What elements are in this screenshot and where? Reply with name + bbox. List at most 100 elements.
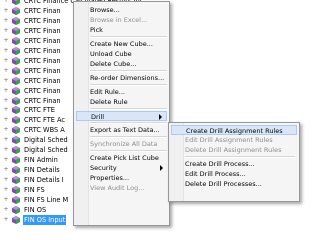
tree-item-label: CRTC FTE: [24, 106, 55, 115]
menu-separator: [90, 108, 167, 110]
menu-item-label: Export as Text Data...: [90, 126, 160, 134]
plus-icon[interactable]: +: [3, 107, 9, 113]
plus-icon[interactable]: +: [3, 137, 9, 143]
plus-icon[interactable]: +: [3, 187, 9, 193]
cube-icon: [12, 196, 20, 204]
menu-item-browse[interactable]: Browse...: [76, 5, 167, 15]
plus-icon[interactable]: +: [3, 157, 9, 163]
menu-item-edit-drill-assignment-rules[interactable]: Edit Drill Assignment Rules: [171, 135, 297, 145]
tree-item-label: FIN OS: [24, 205, 47, 214]
plus-icon[interactable]: +: [3, 47, 9, 54]
menu-item-label: Re-order Dimensions...: [90, 74, 165, 82]
menu-item-label: Properties...: [90, 174, 130, 182]
tree-item-label: CRTC Finan: [24, 76, 61, 85]
tree-item-label: CRTC FTE Ac: [24, 116, 66, 125]
menu-separator: [90, 136, 167, 138]
menu-item-browse-in-excel[interactable]: Browse in Excel...: [76, 15, 167, 25]
menu-item-create-drill-process[interactable]: Create Drill Process...: [171, 159, 297, 169]
tree-item-label: CRTC WBS A: [24, 126, 65, 135]
cube-icon: [12, 56, 20, 65]
cube-icon: [12, 116, 20, 125]
menu-item-label: View Audit Log...: [90, 184, 145, 192]
plus-icon[interactable]: +: [3, 117, 9, 123]
menu-separator: [90, 70, 167, 72]
menu-item-edit-rule[interactable]: Edit Rule...: [76, 87, 167, 97]
tree-item-label: CRTC Finan: [24, 26, 61, 35]
context-menu: Browse... Browse in Excel... Pick Create Ne…: [73, 1, 170, 226]
menu-item-create-new-cube[interactable]: Create New Cube...: [76, 39, 167, 49]
menu-separator: [90, 84, 167, 86]
cube-icon: [12, 146, 20, 155]
menu-item-label: Pick: [90, 26, 103, 34]
menu-item-delete-rule[interactable]: Delete Rule: [76, 97, 167, 107]
menu-item-label: Browse in Excel...: [90, 16, 148, 24]
menu-item-security[interactable]: Security: [76, 163, 167, 173]
plus-icon[interactable]: +: [3, 17, 9, 24]
menu-separator: [185, 156, 295, 158]
plus-icon[interactable]: +: [3, 97, 9, 104]
menu-item-label: Create Drill Process...: [185, 160, 255, 168]
menu-item-label: Delete Drill Assignment Rules: [185, 146, 282, 154]
menu-item-delete-drill-processes[interactable]: Delete Drill Processes...: [171, 179, 297, 189]
plus-icon[interactable]: +: [3, 206, 9, 213]
menu-item-unload-cube[interactable]: Unload Cube: [76, 49, 167, 59]
drill-submenu: Create Drill Assignment Rules Edit Drill …: [168, 122, 300, 202]
tree-item-label: FIN FS Line M: [24, 196, 69, 204]
menu-item-edit-drill-process[interactable]: Edit Drill Process...: [171, 169, 297, 179]
tree-item-label: CRTC Finan: [24, 16, 61, 25]
menu-item-delete-cube[interactable]: Delete Cube...: [76, 59, 167, 69]
plus-icon[interactable]: +: [3, 77, 9, 84]
menu-item-label: Edit Drill Assignment Rules: [185, 136, 273, 144]
menu-item-pick[interactable]: Pick: [76, 25, 167, 35]
plus-icon[interactable]: +: [3, 37, 9, 44]
menu-item-synchronize-all-data[interactable]: Synchronize All Data: [76, 139, 167, 149]
menu-separator: [90, 36, 167, 38]
plus-icon[interactable]: +: [3, 27, 9, 34]
plus-icon[interactable]: +: [3, 127, 9, 133]
plus-icon[interactable]: +: [3, 67, 9, 74]
cube-icon: [12, 136, 20, 145]
menu-item-label: Drill: [91, 113, 105, 121]
menu-item-label: Synchronize All Data: [90, 140, 158, 148]
cube-icon: [12, 186, 20, 195]
menu-item-view-audit-log[interactable]: View Audit Log...: [76, 183, 167, 193]
menu-item-create-drill-assignment-rules[interactable]: Create Drill Assignment Rules: [171, 125, 297, 135]
menu-item-export-as-text-data[interactable]: Export as Text Data...: [76, 125, 167, 135]
menu-item-label: Edit Drill Process...: [185, 170, 246, 178]
cube-icon: [12, 6, 20, 15]
cube-icon: [12, 166, 20, 175]
plus-icon[interactable]: +: [3, 87, 9, 94]
triangle-right-icon: [160, 165, 163, 171]
menu-item-create-pick-list-cube[interactable]: Create Pick List Cube: [76, 153, 167, 163]
menu-item-drill[interactable]: Drill: [76, 111, 167, 121]
cube-icon: [12, 76, 20, 85]
cube-icon: [12, 66, 20, 75]
plus-icon[interactable]: +: [3, 167, 9, 173]
menu-item-properties[interactable]: Properties...: [76, 173, 167, 183]
menu-item-delete-drill-assignment-rules[interactable]: Delete Drill Assignment Rules: [171, 145, 297, 155]
plus-icon[interactable]: +: [3, 147, 9, 153]
menu-separator: [90, 122, 167, 124]
plus-icon[interactable]: +: [3, 216, 9, 223]
tree-item-label: FIN Details I: [24, 176, 64, 185]
plus-icon[interactable]: +: [3, 0, 9, 4]
tree-item-label: Digital Sched: [24, 146, 68, 155]
tree-item-label: FIN OS Input: [23, 214, 67, 225]
tree-item-label: CRTC Finan: [24, 46, 61, 55]
tree-item-label: CRTC Finan: [24, 56, 61, 65]
plus-icon[interactable]: +: [3, 7, 9, 14]
cube-icon: [12, 36, 20, 45]
menu-item-label: Create Pick List Cube: [90, 154, 159, 162]
tree-item-label: CRTC Finan: [24, 96, 61, 105]
menu-separator: [90, 150, 167, 152]
cube-icon: [12, 215, 20, 224]
plus-icon[interactable]: +: [3, 197, 9, 203]
menu-item-label: Create New Cube...: [90, 40, 153, 48]
cube-icon: [12, 0, 20, 5]
cube-icon: [12, 46, 20, 55]
cube-icon: [12, 205, 20, 214]
tree-item-label: FIN Details: [24, 166, 60, 175]
plus-icon[interactable]: +: [3, 57, 9, 64]
menu-item-re-order-dimensions[interactable]: Re-order Dimensions...: [76, 73, 167, 83]
plus-icon[interactable]: +: [3, 177, 9, 183]
